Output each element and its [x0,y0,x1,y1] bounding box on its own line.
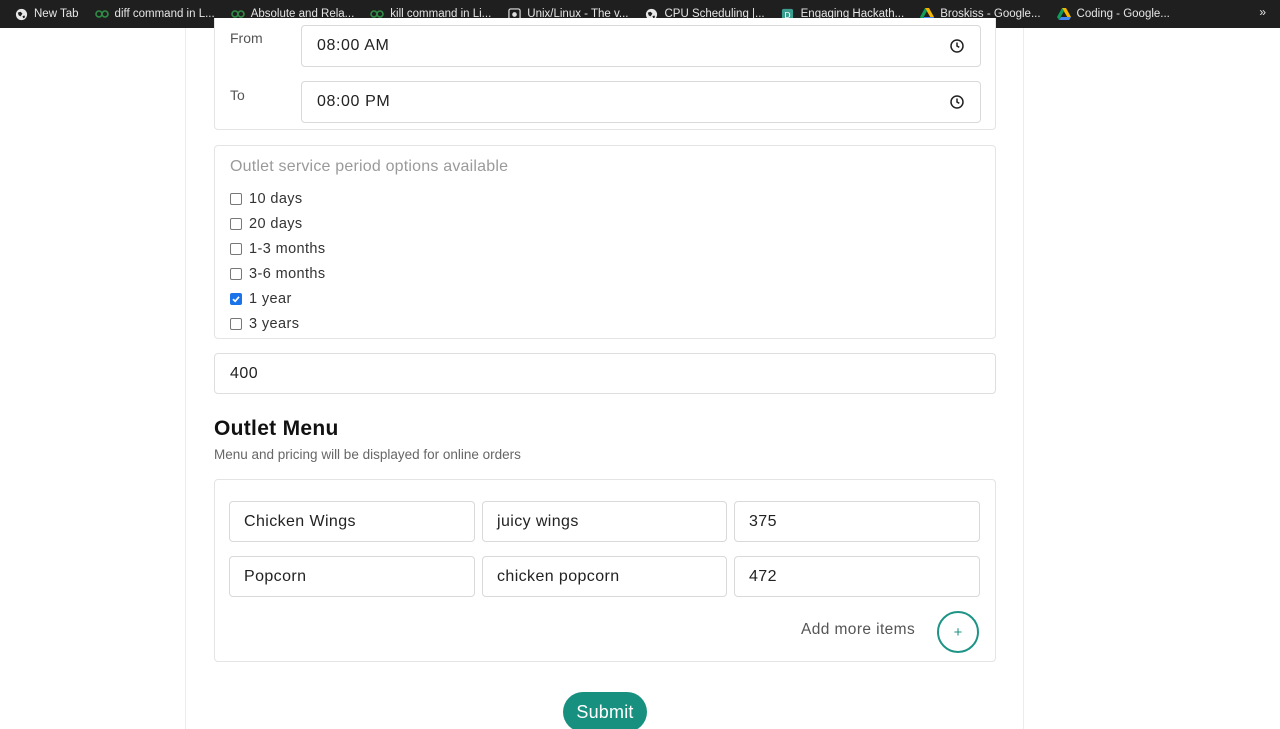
item-price-value: 375 [749,512,777,530]
item-description-value: juicy wings [497,512,579,530]
to-label: To [230,87,245,103]
globe-icon [14,7,28,21]
menu-heading: Outlet Menu [214,417,339,440]
option-label: 1-3 months [249,240,326,257]
bookmark-new-tab[interactable]: New Tab [8,3,85,25]
option-label: 1 year [249,290,292,307]
submit-button[interactable]: Submit [563,692,647,729]
item-price-input[interactable]: 375 [734,501,980,542]
service-period-options: 10 days 20 days 1-3 months 3-6 months 1 … [230,186,326,336]
bookmarks-overflow-button[interactable]: » [1259,5,1266,19]
service-period-panel: Outlet service period options available … [214,145,996,339]
item-name-value: Chicken Wings [244,512,356,530]
option-label: 10 days [249,190,303,207]
timing-panel: From 08:00 AM To 08:00 PM [214,18,996,130]
to-time-value: 08:00 PM [317,93,391,110]
option-1-year[interactable]: 1 year [230,286,326,311]
from-label: From [230,30,263,46]
checkbox[interactable] [230,317,242,330]
add-item-button[interactable]: + [937,611,979,653]
checkbox-checked[interactable] [230,292,242,305]
amount-value: 400 [230,364,259,382]
from-time-value: 08:00 AM [317,37,390,54]
clock-icon[interactable] [949,94,965,110]
bookmark-label: Coding - Google... [1076,8,1170,20]
option-3-6-months[interactable]: 3-6 months [230,261,326,286]
item-name-value: Popcorn [244,567,307,585]
form-container: From 08:00 AM To 08:00 PM Outlet service… [185,18,1024,729]
menu-subheading: Menu and pricing will be displayed for o… [214,447,521,462]
option-1-3-months[interactable]: 1-3 months [230,236,326,261]
option-3-years[interactable]: 3 years [230,311,326,336]
option-label: 3 years [249,315,300,332]
checkbox[interactable] [230,242,242,255]
option-20-days[interactable]: 20 days [230,211,326,236]
from-time-input[interactable]: 08:00 AM [301,25,981,67]
option-label: 20 days [249,215,303,232]
bookmark-label: New Tab [34,8,79,20]
option-10-days[interactable]: 10 days [230,186,326,211]
checkbox[interactable] [230,217,242,230]
checkbox[interactable] [230,267,242,280]
service-period-title: Outlet service period options available [230,158,509,175]
amount-input[interactable]: 400 [214,353,996,394]
add-more-items-label: Add more items [801,621,916,638]
bookmark-coding[interactable]: Coding - Google... [1051,3,1176,25]
menu-items-panel: Chicken Wings juicy wings 375 Popcorn ch… [214,479,996,662]
item-description-input[interactable]: chicken popcorn [482,556,727,597]
item-description-value: chicken popcorn [497,567,620,585]
bookmark-label: diff command in L... [114,8,215,20]
clock-icon[interactable] [949,38,965,54]
drive-icon [1056,7,1071,21]
bookmark-diff-command[interactable]: diff command in L... [89,3,221,25]
item-price-value: 472 [749,567,777,585]
checkmark-icon [232,295,240,303]
item-description-input[interactable]: juicy wings [482,501,727,542]
to-time-input[interactable]: 08:00 PM [301,81,981,123]
checkbox[interactable] [230,192,242,205]
option-label: 3-6 months [249,265,326,282]
item-price-input[interactable]: 472 [734,556,980,597]
gfg-icon [94,7,109,21]
item-name-input[interactable]: Popcorn [229,556,475,597]
item-name-input[interactable]: Chicken Wings [229,501,475,542]
